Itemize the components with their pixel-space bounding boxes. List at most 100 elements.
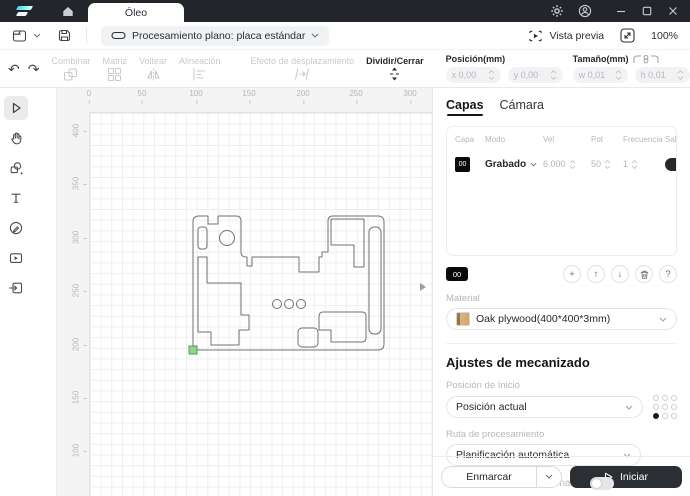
processing-mode-select[interactable]: Procesamiento plano: placa estándar [101,26,329,46]
size-group: Tamaño(mm) w 0,01 h 0,01 [573,54,690,83]
section-divider [446,343,677,344]
col-output: Salida [665,135,677,144]
account-button[interactable] [578,4,592,18]
home-icon [61,4,75,18]
draw-tool[interactable] [4,216,28,240]
home-button[interactable] [61,4,75,18]
preview-button[interactable]: Vista previa [528,30,604,42]
layer-output-toggle[interactable] [665,158,677,171]
layer-speed-value: 6.000 [543,159,566,169]
flat-plate-icon [111,30,126,41]
flip-button[interactable]: Voltear [139,56,167,82]
offset-effect-button[interactable]: Efecto de desplazamiento [251,56,355,81]
array-button[interactable]: Matriz [102,56,127,82]
minimize-button[interactable] [608,0,634,22]
fit-zoom-button[interactable] [620,28,635,43]
selection-handle[interactable] [189,346,197,354]
text-icon [8,190,24,206]
document-tab[interactable]: Óleo [88,3,184,22]
move-layer-up-button[interactable]: ↑ [587,265,605,283]
close-icon [668,6,678,16]
stepper-icon[interactable] [677,69,684,81]
stepper-icon[interactable] [615,69,622,81]
offset-effect-icon [294,67,310,81]
panel-tabs: Capas Cámara [446,98,677,116]
trash-icon [639,269,650,280]
text-tool[interactable] [4,186,28,210]
panel-collapse-handle[interactable] [420,283,426,291]
stepper-icon[interactable] [550,69,557,81]
design-slot-cutout [198,227,207,249]
material-value: Oak plywood(400*400*3mm) [476,313,610,325]
position-y-input[interactable]: y 0,00 [508,67,563,83]
layers-table-header: Capa Modo Vel Pot Frecuencia Salida [447,127,676,151]
save-button[interactable] [57,28,72,43]
image-tool[interactable] [4,246,28,270]
close-button[interactable] [660,0,686,22]
tab-camera[interactable]: Cámara [500,98,544,116]
position-label: Posición(mm) [446,54,563,64]
chevron-down-icon [659,317,667,322]
stepper-icon[interactable] [488,69,495,81]
material-label: Material [446,293,677,304]
maximize-button[interactable] [634,0,660,22]
layer-color-swatch[interactable]: 00 [455,157,470,172]
design-hole-large [220,231,235,246]
help-button[interactable]: ? [659,265,677,283]
stepper-icon[interactable] [631,159,638,170]
stepper-icon[interactable] [569,159,576,170]
select-cursor-icon [8,100,24,116]
import-tool[interactable] [4,276,28,300]
material-select[interactable]: Oak plywood(400*400*3mm) [446,308,677,330]
tab-layers[interactable]: Capas [446,98,484,116]
layer-frequency-input[interactable]: 1 [623,159,661,170]
layer-speed-input[interactable]: 6.000 [543,159,587,170]
layer-chip-row: 00 + ↑ ↓ ? [446,265,677,283]
layer-mode-select[interactable]: Grabado [485,159,539,170]
frame-button[interactable]: Enmarcar [441,466,562,488]
save-icon [57,28,72,43]
settings-button[interactable] [550,4,564,18]
start-anchor-grid[interactable] [653,395,677,419]
select-tool[interactable] [4,96,28,120]
add-layer-button[interactable]: + [563,265,581,283]
layer-power-value: 50 [591,159,601,169]
stepper-icon[interactable] [604,159,611,170]
open-file-button[interactable] [12,28,41,44]
layer-mode-value: Grabado [485,159,526,170]
design-hole-small [297,300,306,309]
split-close-button[interactable]: Dividir/Cerrar [366,56,424,81]
layer-power-input[interactable]: 50 [591,159,619,170]
shape-tool[interactable] [4,156,28,180]
delete-layer-button[interactable] [635,265,653,283]
start-button[interactable]: Iniciar [570,466,682,488]
combine-button[interactable]: Combinar [51,56,90,82]
lock-ratio-icon[interactable] [633,54,659,64]
redo-button[interactable]: ↷ [28,62,40,76]
move-layer-down-button[interactable]: ↓ [611,265,629,283]
canvas-viewport[interactable]: 0 50 100 150 200 250 300 400 350 300 250… [56,88,432,496]
undo-button[interactable]: ↶ [8,62,20,76]
col-frequency: Frecuencia [623,135,661,144]
panel-footer: Enmarcar Iniciar [433,456,690,496]
shapes-icon [8,160,24,176]
layers-table: Capa Modo Vel Pot Frecuencia Salida 00 G… [446,126,677,256]
zoom-level: 100% [651,30,678,42]
align-button[interactable]: Alineación [179,56,221,82]
design-object[interactable] [57,88,432,496]
selected-layer-chip[interactable]: 00 [446,267,468,281]
position-x-input[interactable]: x 0,00 [446,67,501,83]
size-h-input[interactable]: h 0,01 [635,67,690,83]
frame-options-button[interactable] [537,467,561,487]
start-position-select[interactable]: Posición actual [446,396,643,418]
sculpt-toggle[interactable] [590,477,614,490]
layer-row[interactable]: 00 Grabado 6.000 50 [447,151,676,177]
main-area: 0 50 100 150 200 250 300 400 350 300 250… [0,88,690,496]
expand-icon [620,28,635,43]
combine-label: Combinar [51,56,90,66]
laser-studio-app: Óleo Procesamiento plano: placa [0,0,690,496]
pan-tool[interactable] [4,126,28,150]
flip-icon [146,67,161,82]
size-w-input[interactable]: w 0,01 [573,67,628,83]
preview-icon [528,30,543,42]
